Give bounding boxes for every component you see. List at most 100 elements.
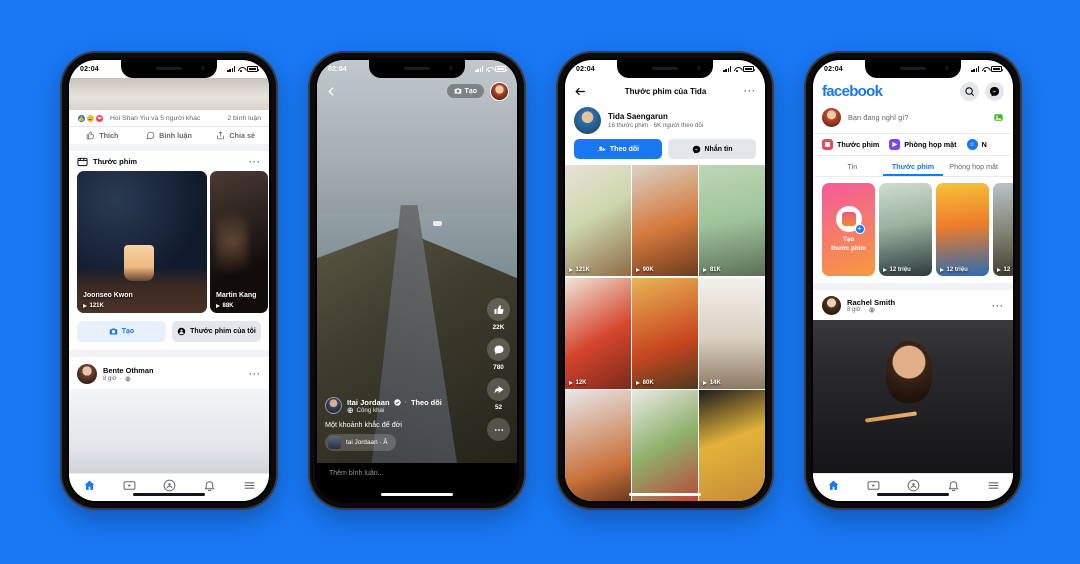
play-icon	[703, 268, 708, 272]
create-reel-card[interactable]: + Tạo thước phim	[822, 183, 875, 276]
notch	[865, 60, 961, 78]
cellular-icon	[723, 66, 731, 72]
grid-plays: 90K	[636, 267, 654, 273]
audio-attribution[interactable]: tai Jordaan · Â	[325, 434, 396, 451]
grid-item[interactable]	[699, 390, 765, 501]
chevron-left-icon[interactable]	[325, 85, 338, 98]
reels-carousel[interactable]: Joonseo Kwon 121K Martin Kang 88K	[69, 171, 269, 313]
like-button[interactable]: Thích	[69, 131, 136, 140]
reel-card[interactable]: Martin Kang 88K	[210, 171, 268, 313]
grid-plays: 14K	[703, 380, 721, 386]
search-button[interactable]	[960, 82, 979, 101]
grid-item[interactable]: 121K	[565, 165, 631, 276]
arrow-left-icon[interactable]	[574, 85, 587, 98]
grid-item[interactable]: 80K	[632, 277, 698, 389]
reels-top-bar: Tạo	[317, 78, 517, 104]
grid-item[interactable]: 14K	[699, 277, 765, 389]
tab-phong-hop-mat[interactable]: Phòng họp mặt	[943, 156, 1004, 176]
play-icon	[940, 268, 944, 272]
tab-thuoc-phim[interactable]: Thước phim	[883, 156, 944, 176]
composer-placeholder[interactable]: Bạn đang nghĩ gì?	[848, 113, 986, 122]
profile-summary: Tida Saengarun 16 thước phim · 6K người …	[565, 104, 765, 139]
avatar[interactable]	[490, 81, 509, 101]
reel-plays: 88K	[216, 303, 234, 309]
post-image[interactable]	[69, 389, 269, 473]
verified-badge-icon	[393, 398, 401, 406]
reel-author[interactable]: Itai Jordaan	[347, 398, 390, 407]
reel-info: Itai Jordaan · Theo dõi Công khai Một kh…	[325, 397, 473, 454]
post-menu[interactable]: ···	[992, 301, 1004, 310]
reaction-summary-row[interactable]: 👍 😀 ❤ Hoi Shan Yiu và 5 người khác 2 bìn…	[69, 110, 269, 126]
message-button[interactable]: Nhắn tin	[668, 139, 756, 159]
profile-name[interactable]: Tida Saengarun	[608, 112, 703, 121]
bottom-tab-bar	[69, 473, 269, 501]
avatar[interactable]	[822, 296, 841, 315]
post-menu[interactable]: ···	[249, 370, 261, 379]
reels-section-menu[interactable]: ···	[249, 157, 261, 166]
phone-3-reels-profile: 02:04 Thước phim của Tida ··· Tida Saeng…	[558, 53, 772, 508]
camera-icon	[454, 87, 462, 95]
phone-4-home-feed: 02:04 facebook Bạn đang nghĩ gì? ▦ Thước…	[806, 53, 1020, 508]
grid-item[interactable]	[565, 390, 631, 501]
facebook-logo[interactable]: facebook	[822, 83, 883, 100]
reel-card[interactable]: 12 triệu	[936, 183, 989, 276]
post-author[interactable]: Rachel Smith	[847, 298, 986, 307]
reel-card[interactable]: 12 triệu	[879, 183, 932, 276]
follow-button[interactable]: Theo dõi	[574, 139, 662, 159]
reels-carousel[interactable]: + Tạo thước phim 12 triệu 12 triệu 12	[813, 177, 1013, 290]
reel-card[interactable]: 12	[993, 183, 1013, 276]
grid-item[interactable]: 12K	[565, 277, 631, 389]
comment-button[interactable]: Bình luận	[136, 131, 203, 140]
home-icon	[828, 480, 838, 490]
shortcut-rooms[interactable]: ▶ Phòng họp mặt	[889, 139, 957, 150]
create-button[interactable]: Tạo	[446, 84, 484, 98]
create-reel-button[interactable]: Tạo	[77, 321, 166, 342]
reels-grid[interactable]: 121K 90K 81K 12K 80K 14K	[565, 165, 765, 501]
reel-card[interactable]: Joonseo Kwon 121K	[77, 171, 207, 313]
grid-plays: 12K	[569, 380, 587, 386]
grid-item[interactable]: 81K	[699, 165, 765, 276]
more-button[interactable]	[487, 418, 510, 441]
play-icon	[883, 268, 887, 272]
tab-tin[interactable]: Tin	[822, 156, 883, 176]
reels-icon: ▦	[822, 139, 833, 150]
reaction-summary[interactable]: 👍 😀 ❤ Hoi Shan Yiu và 5 người khác	[77, 114, 200, 123]
share-button[interactable]: Chia sẻ	[202, 131, 269, 140]
messenger-icon	[692, 145, 701, 154]
status-time: 02:04	[576, 65, 595, 73]
messenger-button[interactable]	[985, 82, 1004, 101]
shortcut-groups[interactable]: ☺ N	[966, 139, 987, 150]
like-button[interactable]	[487, 298, 510, 321]
reel-plays: 12 triệu	[940, 267, 968, 273]
sidebar-item-menu[interactable]	[243, 479, 256, 497]
share-label: Chia sẻ	[229, 131, 255, 140]
post-meta: 8 giờ ·	[103, 376, 243, 382]
comment-count[interactable]: 2 bình luận	[227, 115, 261, 122]
share-button[interactable]	[487, 378, 510, 401]
sidebar-item-menu[interactable]	[987, 479, 1000, 497]
post-image[interactable]	[813, 320, 1013, 473]
post-author[interactable]: Bente Othman	[103, 366, 243, 375]
follow-label: Theo dõi	[609, 145, 640, 153]
reels-section-title: Thước phim	[93, 157, 138, 166]
feed-tabs: Tin Thước phim Phòng họp mặt	[813, 156, 1013, 177]
like-count: 22K	[492, 324, 505, 331]
grid-item[interactable]	[632, 390, 698, 501]
avatar[interactable]	[77, 364, 97, 384]
sidebar-item-home[interactable]	[83, 479, 96, 497]
comment-button[interactable]	[487, 338, 510, 361]
profile-menu[interactable]: ···	[744, 87, 756, 96]
sidebar-item-home[interactable]	[827, 479, 840, 497]
photo-icon[interactable]	[993, 112, 1004, 123]
post-composer[interactable]: Bạn đang nghĩ gì?	[813, 105, 1013, 134]
reel-plays: 121K	[83, 303, 104, 309]
shortcut-reels[interactable]: ▦ Thước phim	[822, 139, 879, 150]
avatar[interactable]	[574, 107, 601, 134]
follow-button[interactable]: Theo dõi	[411, 398, 442, 407]
reels-section-header: Thước phim ···	[69, 151, 269, 171]
grid-item[interactable]: 90K	[632, 165, 698, 276]
avatar[interactable]	[822, 108, 841, 127]
my-reels-button[interactable]: Thước phim của tôi	[172, 321, 261, 342]
avatar[interactable]	[325, 397, 342, 414]
create-label: Tạo	[464, 87, 477, 95]
